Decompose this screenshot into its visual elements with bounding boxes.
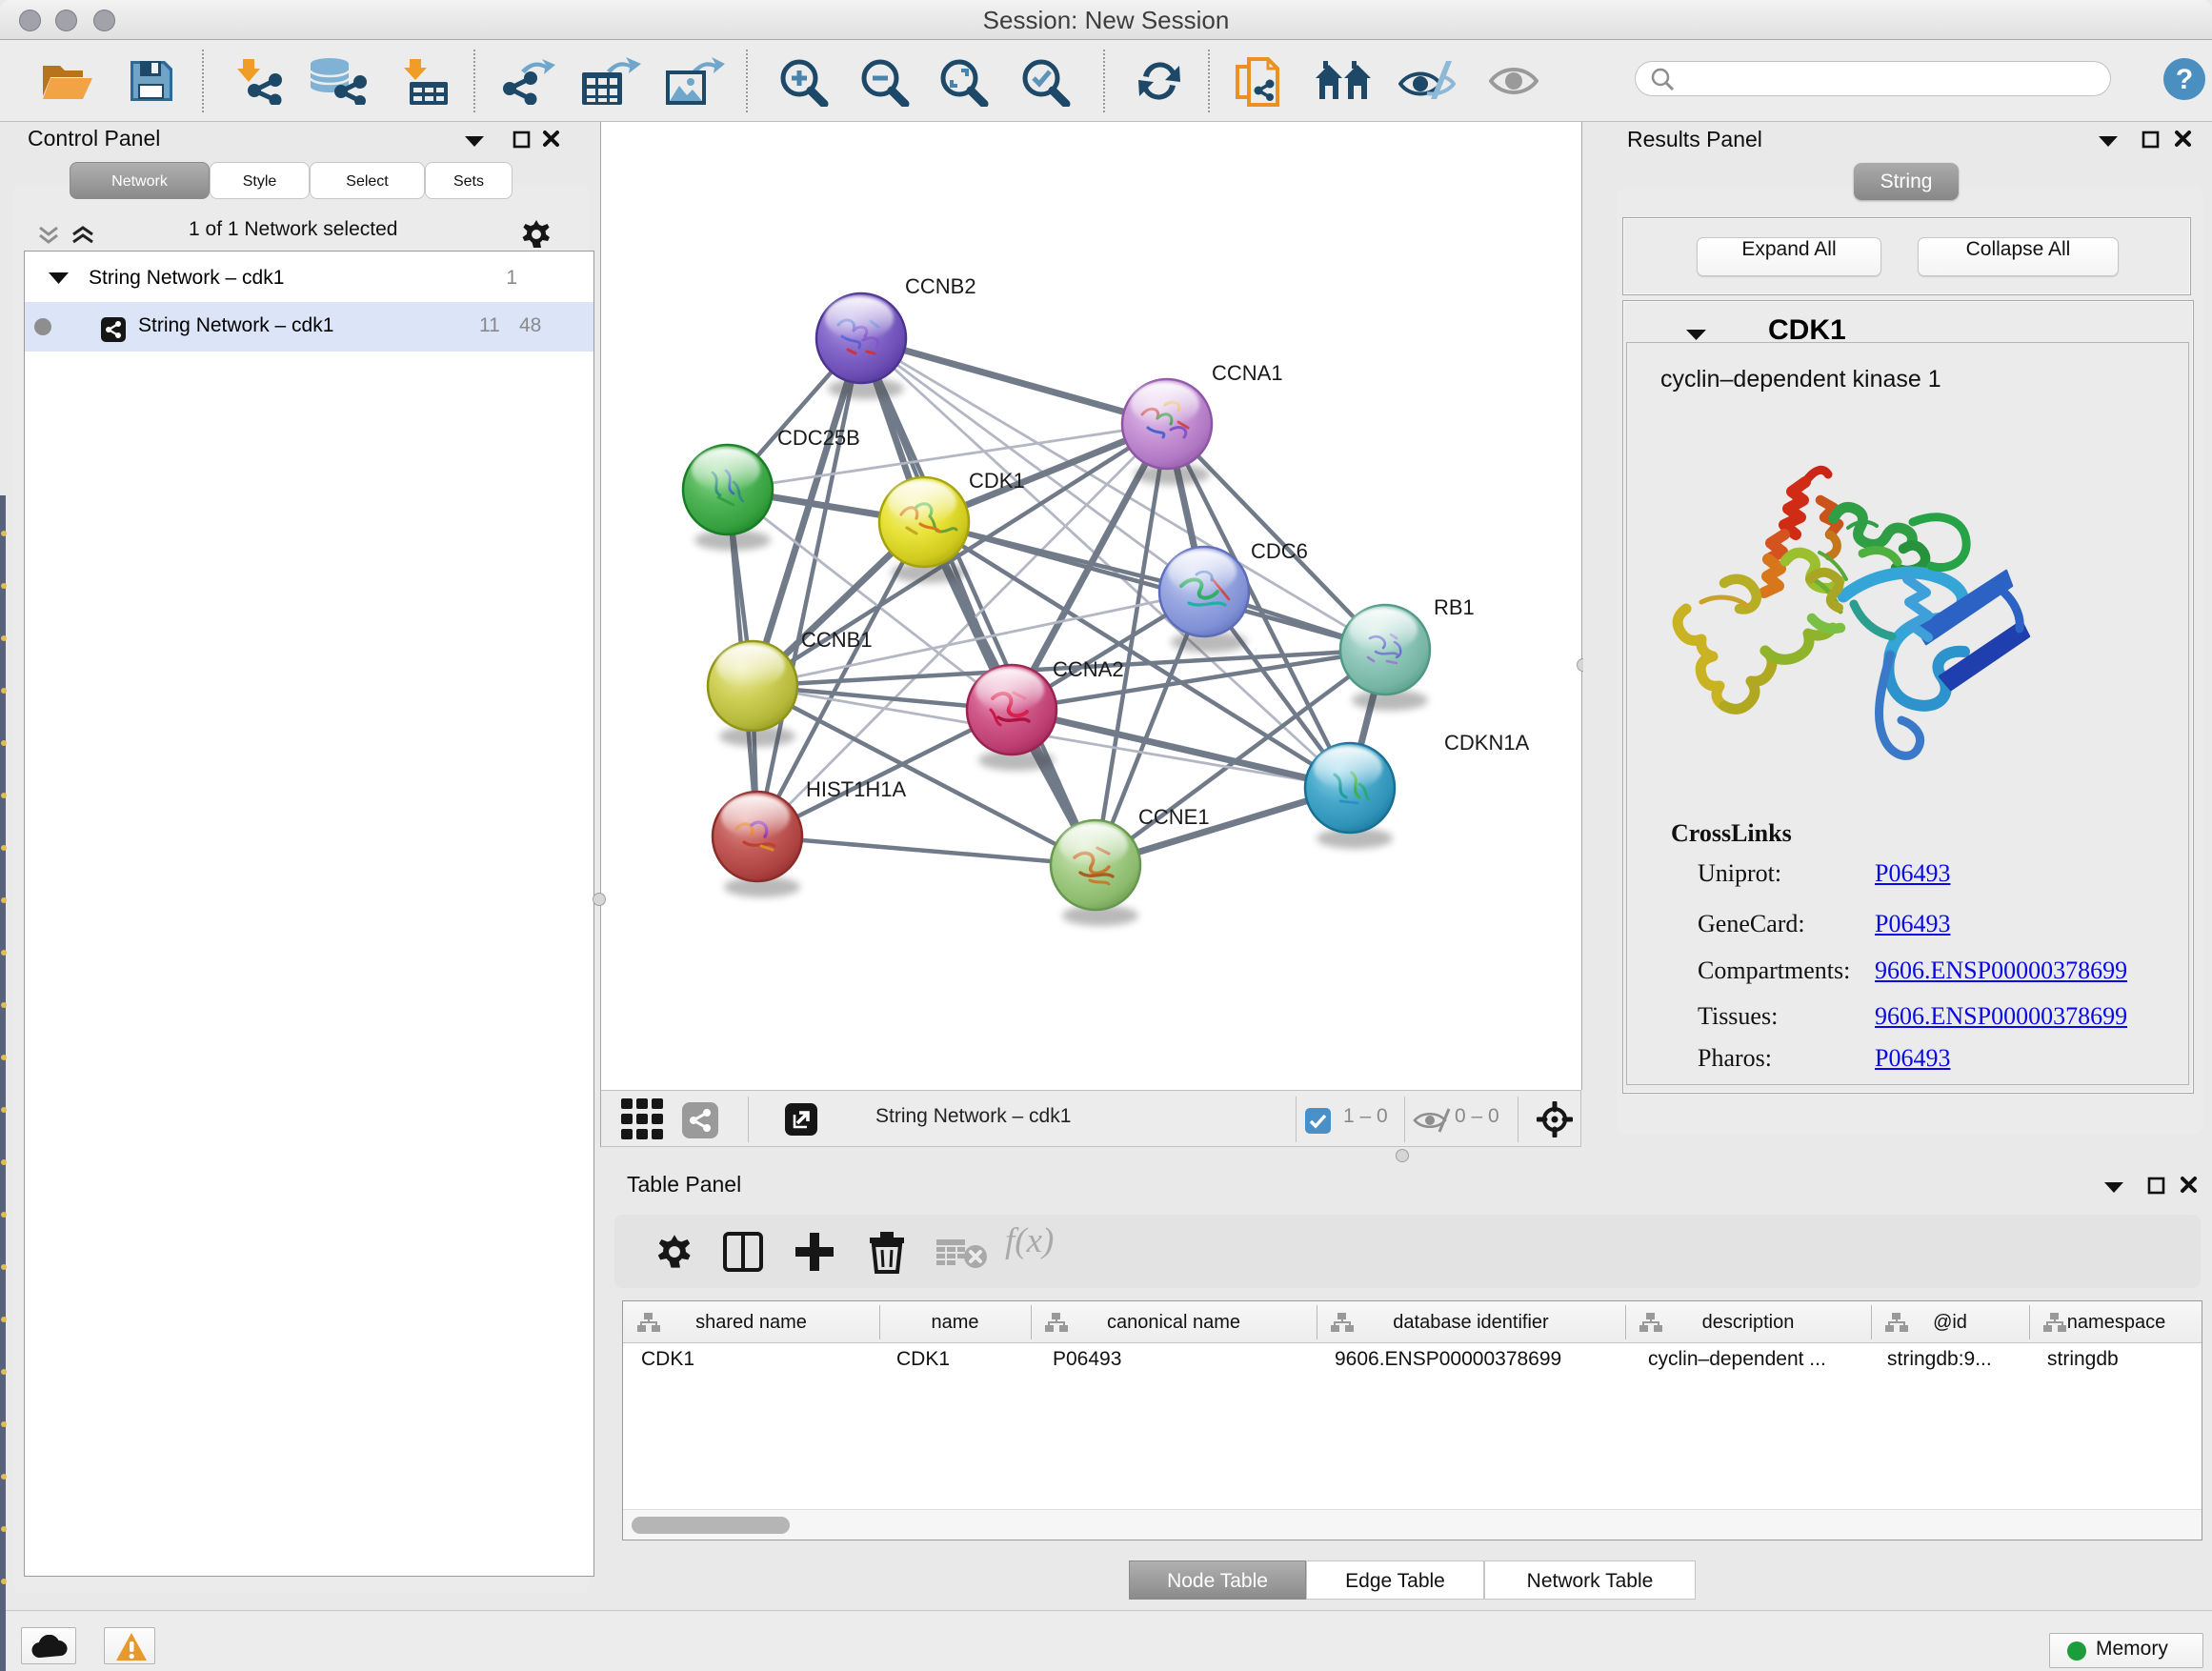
svg-text:?: ? (2176, 64, 2193, 95)
svg-text:CCNA2: CCNA2 (1053, 657, 1124, 681)
svg-text:HIST1H1A: HIST1H1A (806, 777, 906, 801)
svg-text:CDK1: CDK1 (969, 469, 1025, 493)
svg-text:RB1: RB1 (1434, 595, 1475, 619)
svg-text:CDKN1A: CDKN1A (1444, 731, 1530, 755)
svg-text:CCNB2: CCNB2 (905, 274, 976, 298)
svg-text:CDC6: CDC6 (1251, 539, 1308, 563)
svg-text:CCNB1: CCNB1 (801, 628, 873, 652)
svg-text:CDC25B: CDC25B (777, 426, 860, 450)
svg-text:CCNA1: CCNA1 (1212, 361, 1283, 385)
svg-text:CCNE1: CCNE1 (1138, 805, 1210, 829)
